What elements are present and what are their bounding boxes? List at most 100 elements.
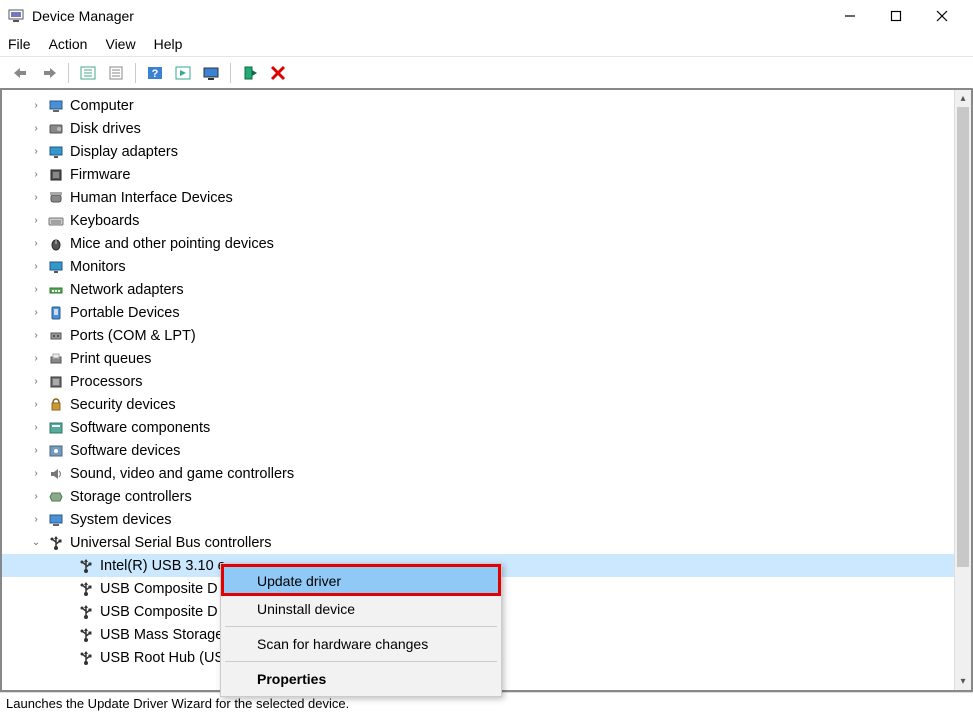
usb-icon xyxy=(78,581,94,597)
tree-category-label: Computer xyxy=(70,98,134,114)
chevron-right-icon[interactable]: › xyxy=(30,353,42,364)
tree-device-label: Intel(R) USB 3.10 e xyxy=(100,558,226,574)
scroll-thumb[interactable] xyxy=(957,107,969,567)
tree-category[interactable]: ›Software devices xyxy=(2,439,971,462)
tree-category[interactable]: › Network adapters xyxy=(2,278,971,301)
toolbar-separator xyxy=(135,63,136,83)
chevron-right-icon[interactable]: › xyxy=(30,468,42,479)
tree-category[interactable]: › Disk drives xyxy=(2,117,971,140)
cpu-icon xyxy=(48,374,64,390)
app-icon xyxy=(8,8,24,24)
tree-category[interactable]: ›Sound, video and game controllers xyxy=(2,462,971,485)
chevron-right-icon[interactable]: › xyxy=(30,100,42,111)
refresh-button[interactable] xyxy=(237,60,263,86)
chevron-right-icon[interactable]: › xyxy=(30,261,42,272)
menu-view[interactable]: View xyxy=(105,36,135,52)
context-menu-separator xyxy=(225,661,497,662)
swcomp-icon xyxy=(48,420,64,436)
hid-icon xyxy=(48,190,64,206)
back-button[interactable] xyxy=(8,60,34,86)
tree-category-label: Display adapters xyxy=(70,144,178,160)
chevron-right-icon[interactable]: › xyxy=(30,146,42,157)
titlebar[interactable]: Device Manager xyxy=(0,0,973,32)
tree-category-label: Security devices xyxy=(70,397,176,413)
chevron-right-icon[interactable]: › xyxy=(30,169,42,180)
tree-category[interactable]: › Processors xyxy=(2,370,971,393)
tree-category-label: Mice and other pointing devices xyxy=(70,236,274,252)
vertical-scrollbar[interactable]: ▴ ▾ xyxy=(954,90,971,690)
tree-category[interactable]: ›System devices xyxy=(2,508,971,531)
menu-help[interactable]: Help xyxy=(154,36,183,52)
monitor-button[interactable] xyxy=(198,60,224,86)
menu-file[interactable]: File xyxy=(8,36,31,52)
context-menu-separator xyxy=(225,626,497,627)
scroll-up-arrow[interactable]: ▴ xyxy=(955,90,971,107)
security-icon xyxy=(48,397,64,413)
chevron-right-icon[interactable]: › xyxy=(30,399,42,410)
tree-category[interactable]: › Mice and other pointing devices xyxy=(2,232,971,255)
chevron-right-icon[interactable]: › xyxy=(30,376,42,387)
tree-category[interactable]: ⌄ Universal Serial Bus controllers xyxy=(2,531,971,554)
tree-category[interactable]: ›Ports (COM & LPT) xyxy=(2,324,971,347)
tree-category[interactable]: ›Firmware xyxy=(2,163,971,186)
tree-category[interactable]: ›Monitors xyxy=(2,255,971,278)
port-icon xyxy=(48,328,64,344)
chevron-right-icon[interactable]: › xyxy=(30,192,42,203)
window-controls xyxy=(827,0,965,32)
toolbar: ? xyxy=(0,56,973,88)
minimize-button[interactable] xyxy=(827,0,873,32)
context-menu-item[interactable]: Uninstall device xyxy=(223,595,499,623)
tree-category-label: Portable Devices xyxy=(70,305,180,321)
context-menu-item[interactable]: Update driver xyxy=(223,567,499,595)
chevron-right-icon[interactable]: › xyxy=(30,445,42,456)
tree-category-label: Network adapters xyxy=(70,282,184,298)
menu-action[interactable]: Action xyxy=(49,36,88,52)
chevron-right-icon[interactable]: › xyxy=(30,514,42,525)
chevron-right-icon[interactable]: › xyxy=(30,307,42,318)
disk-icon xyxy=(48,121,64,137)
chevron-right-icon[interactable]: › xyxy=(30,422,42,433)
network-icon xyxy=(48,282,64,298)
delete-button[interactable] xyxy=(265,60,291,86)
tree-category[interactable]: › Security devices xyxy=(2,393,971,416)
context-menu: Update driverUninstall device Scan for ha… xyxy=(220,563,502,697)
tree-category[interactable]: › Computer xyxy=(2,94,971,117)
tree-category[interactable]: › Human Interface Devices xyxy=(2,186,971,209)
tree-device-label: USB Mass Storage xyxy=(100,627,223,643)
system-icon xyxy=(48,512,64,528)
usb-icon xyxy=(78,627,94,643)
properties-button[interactable] xyxy=(103,60,129,86)
portable-icon xyxy=(48,305,64,321)
usb-icon xyxy=(78,604,94,620)
scroll-down-arrow[interactable]: ▾ xyxy=(955,673,971,690)
forward-button[interactable] xyxy=(36,60,62,86)
computer-icon xyxy=(48,98,64,114)
chevron-right-icon[interactable]: › xyxy=(30,238,42,249)
tree-category[interactable]: › Portable Devices xyxy=(2,301,971,324)
tree-category-label: Disk drives xyxy=(70,121,141,137)
chevron-right-icon[interactable]: › xyxy=(30,284,42,295)
chevron-right-icon[interactable]: › xyxy=(30,215,42,226)
details-button[interactable] xyxy=(170,60,196,86)
tree-category-label: Universal Serial Bus controllers xyxy=(70,535,271,551)
help-button[interactable]: ? xyxy=(142,60,168,86)
chevron-down-icon[interactable]: ⌄ xyxy=(30,537,42,548)
tree-category[interactable]: ›Print queues xyxy=(2,347,971,370)
chevron-right-icon[interactable]: › xyxy=(30,330,42,341)
storage-icon xyxy=(48,489,64,505)
tree-category[interactable]: ›Keyboards xyxy=(2,209,971,232)
sound-icon xyxy=(48,466,64,482)
tree-category[interactable]: ›Storage controllers xyxy=(2,485,971,508)
tree-category-label: Processors xyxy=(70,374,143,390)
close-button[interactable] xyxy=(919,0,965,32)
chevron-right-icon[interactable]: › xyxy=(30,491,42,502)
showtree-button[interactable] xyxy=(75,60,101,86)
context-menu-item[interactable]: Properties xyxy=(223,665,499,693)
maximize-button[interactable] xyxy=(873,0,919,32)
context-menu-item[interactable]: Scan for hardware changes xyxy=(223,630,499,658)
tree-category-label: Human Interface Devices xyxy=(70,190,233,206)
chevron-right-icon[interactable]: › xyxy=(30,123,42,134)
tree-category[interactable]: › Display adapters xyxy=(2,140,971,163)
tree-device-label: USB Root Hub (US xyxy=(100,650,224,666)
tree-category[interactable]: ›Software components xyxy=(2,416,971,439)
